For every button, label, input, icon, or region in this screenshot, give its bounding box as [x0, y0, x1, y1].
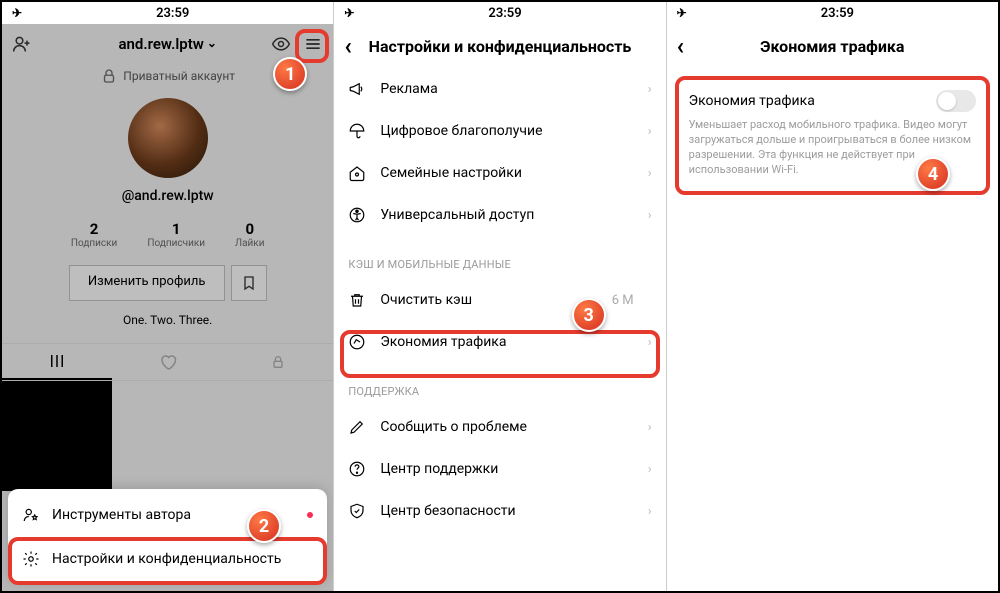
section-support: ПОДДЕРЖКА [334, 363, 665, 406]
data-saver-toggle[interactable] [936, 90, 976, 112]
gear-icon [22, 550, 40, 568]
tab-liked[interactable] [112, 344, 222, 380]
profile-menu-sheet: Инструменты автора Настройки и конфиденц… [8, 489, 327, 585]
row-label: Центр поддержки [380, 461, 498, 477]
stat-likes[interactable]: 0Лайки [235, 220, 264, 249]
status-time: 23:59 [488, 6, 521, 21]
status-bar: ✈︎ 23:59 [667, 2, 998, 24]
person-star-icon [22, 506, 40, 524]
home-icon [348, 164, 366, 182]
section-cache: КЭШ И МОБИЛЬНЫЕ ДАННЫЕ [334, 236, 665, 279]
status-time: 23:59 [821, 6, 854, 21]
edit-profile-button[interactable]: Изменить профиль [69, 265, 225, 301]
tab-grid[interactable] [2, 344, 112, 380]
data-saver-toggle-label: Экономия трафика [689, 93, 815, 109]
back-button[interactable] [344, 34, 352, 58]
chevron-right-icon: › [648, 208, 652, 223]
status-time: 23:59 [156, 6, 189, 21]
profile-tabs [2, 343, 333, 381]
step-badge-3: 3 [572, 298, 606, 332]
sheet-item-label: Инструменты автора [52, 507, 191, 523]
chevron-right-icon: › [648, 462, 652, 477]
tab-private[interactable] [223, 344, 333, 380]
row-label: Экономия трафика [380, 334, 506, 350]
megaphone-icon [348, 80, 366, 98]
stat-followers[interactable]: 1Подписчики [147, 220, 205, 249]
airplane-icon: ✈︎ [677, 6, 687, 20]
stat-following[interactable]: 2Подписки [71, 220, 117, 249]
chevron-right-icon: › [648, 420, 652, 435]
data-saver-header: Экономия трафика [667, 24, 998, 68]
screen-data-saver: ✈︎ 23:59 Экономия трафика Экономия трафи… [667, 2, 998, 591]
video-thumbnail[interactable] [2, 381, 112, 491]
status-bar: ✈︎ 23:59 [2, 2, 333, 24]
chevron-right-icon: › [648, 335, 652, 350]
bookmark-button[interactable] [231, 265, 267, 301]
airplane-icon: ✈︎ [12, 6, 22, 20]
row-label: Универсальный доступ [380, 207, 534, 223]
screen-settings: ✈︎ 23:59 Настройки и конфиденциальность … [334, 2, 666, 591]
handle-text: @and.rew.lptw [2, 188, 333, 204]
bio-text: One. Two. Three. [2, 313, 333, 327]
row-report[interactable]: Сообщить о проблеме › [334, 406, 665, 448]
pencil-icon [348, 418, 366, 436]
row-family[interactable]: Семейные настройки › [334, 152, 665, 194]
chevron-right-icon: › [648, 166, 652, 181]
menu-icon[interactable] [303, 34, 323, 54]
chevron-down-icon [207, 35, 217, 53]
chevron-right-icon: › [648, 82, 652, 97]
sheet-settings-privacy[interactable]: Настройки и конфиденциальность [8, 537, 327, 581]
username-dropdown[interactable]: and.rew.lptw [118, 35, 216, 53]
chevron-right-icon: › [648, 504, 652, 519]
row-label: Центр безопасности [380, 503, 515, 519]
row-clear-cache[interactable]: Очистить кэш 6 M [334, 279, 665, 321]
airplane-icon: ✈︎ [344, 6, 354, 20]
row-accessibility[interactable]: Универсальный доступ › [334, 194, 665, 236]
status-bar: ✈︎ 23:59 [334, 2, 665, 24]
row-label: Сообщить о проблеме [380, 419, 527, 435]
screen-profile: ✈︎ 23:59 and.rew.lptw Приватный аккаунт [2, 2, 334, 591]
accessibility-icon [348, 206, 366, 224]
row-label: Очистить кэш [380, 292, 472, 308]
cache-size: 6 M [612, 293, 634, 308]
page-title: Экономия трафика [760, 37, 904, 56]
settings-header: Настройки и конфиденциальность [334, 24, 665, 68]
help-icon [348, 460, 366, 478]
gauge-icon [348, 333, 366, 351]
add-user-icon[interactable] [12, 34, 32, 54]
avatar[interactable] [128, 98, 208, 178]
row-ads[interactable]: Реклама › [334, 68, 665, 110]
chevron-right-icon: › [648, 124, 652, 139]
lock-icon [100, 67, 118, 85]
row-label: Цифровое благополучие [380, 123, 542, 139]
row-help[interactable]: Центр поддержки › [334, 448, 665, 490]
step-badge-4: 4 [916, 157, 950, 191]
step-badge-2: 2 [247, 509, 281, 543]
back-button[interactable] [677, 34, 685, 58]
row-label: Реклама [380, 81, 437, 97]
eye-icon[interactable] [271, 34, 291, 54]
sheet-item-label: Настройки и конфиденциальность [52, 551, 281, 567]
notification-dot [307, 512, 313, 518]
page-title: Настройки и конфиденциальность [369, 37, 632, 56]
row-data-saver[interactable]: Экономия трафика › [334, 321, 665, 363]
trash-icon [348, 291, 366, 309]
row-safety[interactable]: Центр безопасности › [334, 490, 665, 532]
shield-icon [348, 502, 366, 520]
row-label: Семейные настройки [380, 165, 522, 181]
row-wellbeing[interactable]: Цифровое благополучие › [334, 110, 665, 152]
umbrella-icon [348, 122, 366, 140]
